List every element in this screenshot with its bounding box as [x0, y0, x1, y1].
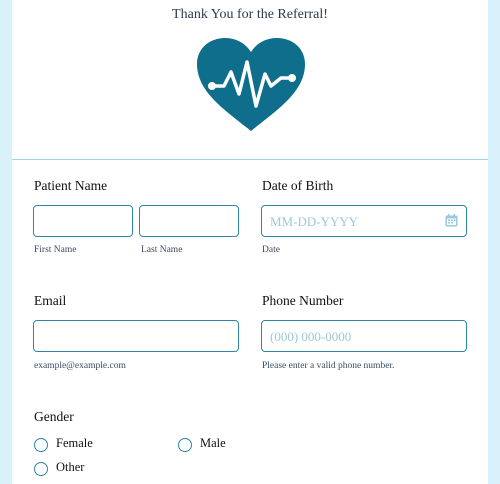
first-name-sublabel: First Name	[34, 245, 77, 255]
date-of-birth-input[interactable]: MM-DD-YYYY	[261, 205, 467, 237]
date-placeholder: MM-DD-YYYY	[270, 214, 359, 229]
calendar-icon[interactable]	[445, 214, 458, 227]
gender-male-label[interactable]: Male	[200, 436, 226, 451]
date-of-birth-label: Date of Birth	[262, 178, 334, 193]
email-sublabel: example@example.com	[34, 361, 126, 371]
gender-other-radio[interactable]	[34, 462, 48, 476]
gender-female-label[interactable]: Female	[56, 436, 93, 451]
phone-sublabel: Please enter a valid phone number.	[262, 361, 395, 371]
email-input[interactable]	[33, 320, 239, 352]
thank-you-heading: Thank You for the Referral!	[172, 7, 328, 22]
last-name-sublabel: Last Name	[141, 245, 183, 255]
form-card: Thank You for the Referral! Patient Name…	[12, 0, 488, 484]
date-sublabel: Date	[262, 245, 280, 255]
form-header: Thank You for the Referral!	[12, 0, 488, 160]
patient-name-label: Patient Name	[34, 178, 108, 193]
phone-number-label: Phone Number	[262, 293, 344, 308]
gender-label: Gender	[34, 409, 74, 424]
last-name-input[interactable]	[139, 205, 239, 237]
gender-female-radio[interactable]	[34, 438, 48, 452]
first-name-input[interactable]	[33, 205, 133, 237]
phone-placeholder: (000) 000-0000	[270, 329, 352, 344]
gender-male-radio[interactable]	[178, 438, 192, 452]
gender-other-label[interactable]: Other	[56, 460, 84, 475]
phone-number-input[interactable]: (000) 000-0000	[261, 320, 467, 352]
email-label: Email	[34, 293, 67, 308]
heartbeat-heart-icon	[197, 38, 305, 131]
